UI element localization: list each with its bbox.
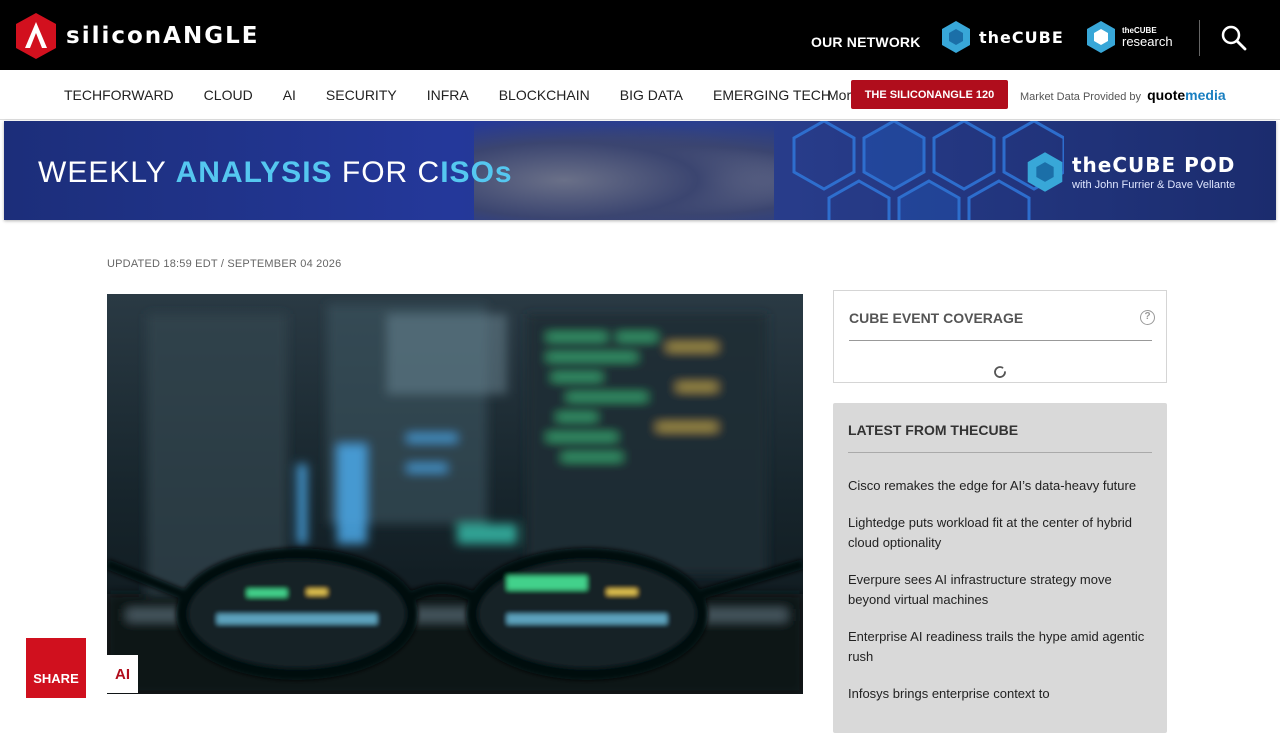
latest-item[interactable]: Everpure sees AI infrastructure strategy… <box>848 570 1148 610</box>
loading-spinner-icon <box>994 366 1006 378</box>
cube-event-coverage-widget: CUBE EVENT COVERAGE ? <box>833 290 1167 383</box>
banner-headline: WEEKLY ANALYSIS FOR CISOs <box>38 156 513 190</box>
nav-item-security[interactable]: SECURITY <box>326 87 397 103</box>
banner-hosts-image <box>474 121 774 220</box>
thecube-research-link[interactable]: theCUBE research <box>1086 20 1173 54</box>
nav-item-big-data[interactable]: BIG DATA <box>620 87 683 103</box>
quotemedia-logo[interactable]: quotemedia <box>1147 87 1226 103</box>
research-big-text: research <box>1122 33 1173 49</box>
thecube-text: theCUBE <box>979 27 1064 47</box>
article-hero-image <box>107 294 803 694</box>
search-icon[interactable] <box>1220 24 1248 52</box>
thecube-pod-brand: theCUBE POD with John Furrier & Dave Vel… <box>1026 151 1235 193</box>
banner-text-accent: ANALYSIS <box>175 156 333 189</box>
nav-item-blockchain[interactable]: BLOCKCHAIN <box>499 87 590 103</box>
latest-item[interactable]: Lightedge puts workload fit at the cente… <box>848 513 1148 553</box>
pod-title: theCUBE POD <box>1072 153 1236 177</box>
article-updated-timestamp: UPDATED 18:59 EDT / SEPTEMBER 04 2026 <box>107 258 342 270</box>
quotemedia-quote: quote <box>1147 87 1186 103</box>
latest-item[interactable]: Cisco remakes the edge for AI’s data-hea… <box>848 476 1148 496</box>
research-logo-icon <box>1087 21 1115 53</box>
hero-image-glasses-code <box>107 294 803 694</box>
help-icon[interactable]: ? <box>1140 310 1155 325</box>
pod-subtitle: with John Furrier & Dave Vellante <box>1072 179 1236 191</box>
latest-from-thecube-title: LATEST FROM THECUBE <box>848 422 1019 438</box>
siliconangle-logo-icon <box>16 13 56 59</box>
share-button[interactable]: SHARE <box>26 638 86 698</box>
latest-divider <box>848 452 1152 453</box>
nav-item-infra[interactable]: INFRA <box>427 87 469 103</box>
thecube-link[interactable]: theCUBE <box>941 20 1064 54</box>
thecube-logo-icon <box>942 21 970 53</box>
nav-item-cloud[interactable]: CLOUD <box>204 87 253 103</box>
quotemedia-media: media <box>1185 87 1226 103</box>
market-data-label: Market Data Provided by <box>1020 91 1142 103</box>
banner-text-accent2: ISOs <box>440 156 513 189</box>
logo-text: siliconANGLE <box>66 23 260 49</box>
latest-list: Cisco remakes the edge for AI’s data-hea… <box>848 476 1148 721</box>
cube-event-coverage-title: CUBE EVENT COVERAGE <box>849 310 1024 326</box>
latest-from-thecube-widget: LATEST FROM THECUBE Cisco remakes the ed… <box>833 403 1167 733</box>
banner-hexagon-pattern <box>792 121 1064 220</box>
nav-item-ai[interactable]: AI <box>283 87 296 103</box>
nav-item-emerging-tech[interactable]: EMERGING TECH <box>713 87 831 103</box>
top-bar: siliconANGLE OUR NETWORK theCUBE theCUBE… <box>0 0 1280 70</box>
our-network-link[interactable]: OUR NETWORK <box>811 34 921 50</box>
top-divider <box>1199 20 1200 56</box>
latest-item[interactable]: Enterprise AI readiness trails the hype … <box>848 627 1148 667</box>
banner-text-mid: FOR C <box>332 156 441 189</box>
thecube-pod-logo-icon <box>1027 152 1063 192</box>
nav-item-techforward[interactable]: TECHFORWARD <box>64 87 174 103</box>
banner-text-pre: WEEKLY <box>38 156 176 189</box>
thecube-pod-banner[interactable]: WEEKLY ANALYSIS FOR CISOs theCUBE POD wi… <box>4 121 1276 220</box>
latest-item[interactable]: Infosys brings enterprise context to <box>848 684 1148 704</box>
coverage-divider <box>849 340 1152 341</box>
article-category-tag[interactable]: AI <box>107 655 138 693</box>
site-logo[interactable]: siliconANGLE <box>14 12 259 60</box>
siliconangle-120-button[interactable]: THE SILICONANGLE 120 <box>851 80 1008 109</box>
market-data-credit: Market Data Provided by quotemedia <box>1020 87 1226 103</box>
